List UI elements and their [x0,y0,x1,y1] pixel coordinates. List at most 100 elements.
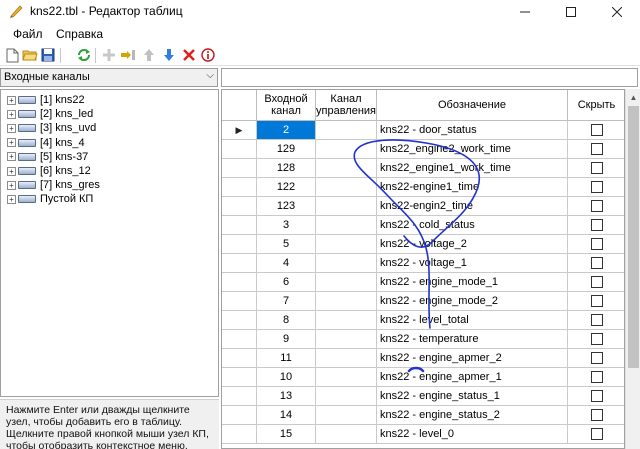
tree-node[interactable]: + [2] kns_led [7,107,93,121]
cell-control-channel[interactable] [316,121,377,140]
refresh-icon[interactable] [76,47,92,63]
cell-control-channel[interactable] [316,387,377,406]
add-icon[interactable] [101,47,117,63]
table-row[interactable]: 123 kns22-engin2_time [222,197,624,216]
row-header[interactable] [222,368,257,387]
new-icon[interactable] [4,47,20,63]
row-header[interactable] [222,235,257,254]
cell-control-channel[interactable] [316,406,377,425]
table-row[interactable]: 9 kns22 - temperature [222,330,624,349]
move-up-icon[interactable] [141,47,157,63]
cell-input-channel[interactable]: 11 [257,349,316,368]
filter-input[interactable] [221,68,638,87]
row-header[interactable] [222,425,257,444]
column-header-name[interactable]: Обозначение [377,90,568,121]
cell-control-channel[interactable] [316,140,377,159]
row-header[interactable] [222,197,257,216]
cell-control-channel[interactable] [316,197,377,216]
expand-icon[interactable]: + [7,138,16,148]
cell-input-channel[interactable]: 13 [257,387,316,406]
cell-control-channel[interactable] [316,311,377,330]
cell-input-channel[interactable]: 2 [257,121,316,140]
cell-input-channel[interactable]: 4 [257,254,316,273]
hide-checkbox[interactable] [590,333,603,345]
cell-designation[interactable]: kns22 - engine_apmer_2 [377,349,568,368]
row-header[interactable]: ▶ [222,121,257,140]
cell-designation[interactable]: kns22 - cold_status [377,216,568,235]
expand-icon[interactable]: + [7,194,16,204]
table-row[interactable]: 13 kns22 - engine_status_1 [222,387,624,406]
cell-designation[interactable]: kns22-engin2_time [377,197,568,216]
expand-icon[interactable]: + [7,180,16,190]
cell-designation[interactable]: kns22 - engine_mode_2 [377,292,568,311]
row-header[interactable] [222,349,257,368]
cell-input-channel[interactable]: 128 [257,159,316,178]
delete-icon[interactable] [181,47,197,63]
scroll-up-icon[interactable]: ▲ [626,89,640,105]
table-row[interactable]: 129 kns22_engine2_work_time [222,140,624,159]
row-header[interactable] [222,292,257,311]
table-row[interactable]: 122 kns22-engine1_time [222,178,624,197]
hide-checkbox[interactable] [590,200,603,212]
tree-node[interactable]: + [5] kns-37 [7,150,88,164]
hide-checkbox[interactable] [590,276,603,288]
hide-checkbox[interactable] [590,390,603,402]
hide-checkbox[interactable] [590,143,603,155]
tree-node[interactable]: + [7] kns_gres [7,178,100,192]
cell-control-channel[interactable] [316,178,377,197]
expand-icon[interactable]: + [7,123,16,133]
table-row[interactable]: 7 kns22 - engine_mode_2 [222,292,624,311]
column-header-input[interactable]: Входной канал [257,90,316,121]
scrollbar-thumb[interactable] [628,106,639,368]
open-icon[interactable] [22,47,38,63]
row-header[interactable] [222,254,257,273]
row-header[interactable] [222,387,257,406]
row-header[interactable] [222,178,257,197]
cell-input-channel[interactable]: 6 [257,273,316,292]
info-icon[interactable] [200,47,216,63]
cell-designation[interactable]: kns22 - engine_status_2 [377,406,568,425]
row-header[interactable] [222,273,257,292]
tree-node[interactable]: + [1] kns22 [7,93,85,107]
cell-control-channel[interactable] [316,235,377,254]
cell-control-channel[interactable] [316,273,377,292]
maximize-button[interactable] [548,0,594,24]
hide-checkbox[interactable] [590,257,603,269]
cell-designation[interactable]: kns22 - level_total [377,311,568,330]
cell-designation[interactable]: kns22 - voltage_1 [377,254,568,273]
hide-checkbox[interactable] [590,352,603,364]
hide-checkbox[interactable] [590,162,603,174]
table-row[interactable]: 128 kns22_engine1_work_time [222,159,624,178]
expand-icon[interactable]: + [7,166,16,176]
cell-control-channel[interactable] [316,216,377,235]
cell-input-channel[interactable]: 9 [257,330,316,349]
move-down-icon[interactable] [161,47,177,63]
insert-icon[interactable] [120,47,136,63]
hide-checkbox[interactable] [590,409,603,421]
row-header[interactable] [222,330,257,349]
row-header[interactable] [222,159,257,178]
cell-designation[interactable]: kns22 - engine_mode_1 [377,273,568,292]
row-header[interactable] [222,216,257,235]
column-header-control[interactable]: Канал управления [316,90,377,121]
channels-grid[interactable]: Входной канал Канал управления Обозначен… [221,89,625,449]
tree-node[interactable]: + [4] kns_4 [7,136,85,150]
table-row[interactable]: 15 kns22 - level_0 [222,425,624,444]
hide-checkbox[interactable] [590,238,603,250]
vertical-scrollbar[interactable]: ▲ [625,89,640,449]
tree-node[interactable]: + [6] kns_12 [7,164,91,178]
expand-icon[interactable]: + [7,152,16,162]
cell-input-channel[interactable]: 123 [257,197,316,216]
table-row[interactable]: 6 kns22 - engine_mode_1 [222,273,624,292]
row-header[interactable] [222,406,257,425]
cell-input-channel[interactable]: 122 [257,178,316,197]
expand-icon[interactable]: + [7,95,16,105]
table-row[interactable]: 10 kns22 - engine_apmer_1 [222,368,624,387]
table-row[interactable]: ▶ 2 kns22 - door_status [222,121,624,140]
cell-input-channel[interactable]: 129 [257,140,316,159]
hide-checkbox[interactable] [590,124,603,136]
cell-control-channel[interactable] [316,425,377,444]
hide-checkbox[interactable] [590,428,603,440]
cell-input-channel[interactable]: 7 [257,292,316,311]
cell-input-channel[interactable]: 14 [257,406,316,425]
